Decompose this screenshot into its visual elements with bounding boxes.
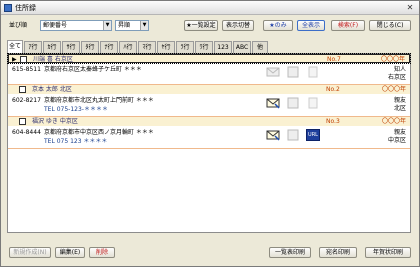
tab-sa[interactable]: ｻ行	[62, 41, 80, 53]
envelope-print-button[interactable]: 宛名印刷	[319, 247, 357, 258]
view-toggle-button[interactable]: 表示切替	[222, 20, 254, 31]
phone-disabled-icon	[287, 66, 299, 78]
address-list: ▶ 川端 喜 右京区 No.7 〇〇〇年 615-8511 京都府右京区太秦蜂子…	[7, 53, 411, 233]
tab-na[interactable]: ﾅ行	[100, 41, 118, 53]
list-settings-button[interactable]: ★一覧設定	[184, 20, 218, 31]
address: 京都府京都市北区丸太町上門前町 ＊＊＊	[44, 97, 154, 104]
close-button[interactable]: 閉じる(C)	[369, 20, 411, 31]
phone-number: TEL 075 123 ＊＊＊＊	[44, 138, 108, 145]
record-number: No.3	[326, 118, 340, 125]
title-bar: 住所録 ✕	[1, 1, 419, 15]
address-book-window: 住所録 ✕ 並び順 郵便番号 ▼ 昇順 ▼ ★一覧設定 表示切替 ★のみ 全表示…	[0, 0, 420, 267]
app-icon	[4, 4, 12, 12]
search-button[interactable]: 検索(F)	[331, 20, 365, 31]
list-item[interactable]: 福沢 ゆき 中京区 No.3 〇〇〇年 604-8444 京都府京都市中京区西ノ…	[8, 117, 410, 150]
record-area: 右京区	[387, 74, 406, 81]
record-checkbox[interactable]	[19, 86, 26, 93]
record-group: 親友	[393, 97, 406, 104]
record-area: 中京区	[387, 137, 406, 144]
tab-wa[interactable]: ﾜ行	[195, 41, 213, 53]
postal-code: 602-8217	[12, 97, 41, 104]
row-divider	[8, 148, 410, 149]
record-header: ▶ 川端 喜 右京区 No.7 〇〇〇年	[7, 53, 411, 64]
chevron-down-icon[interactable]: ▼	[140, 21, 148, 30]
sort-field-value: 郵便番号	[43, 22, 68, 29]
url-icon[interactable]: URL	[306, 129, 320, 141]
window-title: 住所録	[15, 4, 36, 12]
record-name: 京本 太郎 北区	[32, 86, 72, 93]
delete-button[interactable]: 削除	[89, 247, 115, 258]
chevron-down-icon[interactable]: ▼	[103, 21, 111, 30]
print-list-button[interactable]: 一覧表印刷	[269, 247, 311, 258]
record-year-tag: 〇〇〇年	[381, 118, 406, 125]
tab-ra[interactable]: ﾗ行	[176, 41, 194, 53]
card-print-button[interactable]: 年賀状印刷	[365, 247, 411, 258]
tab-ta[interactable]: ﾀ行	[81, 41, 99, 53]
tab-all[interactable]: 全て	[7, 40, 23, 53]
list-item[interactable]: 京本 太郎 北区 No.2 〇〇〇年 602-8217 京都府京都市北区丸太町上…	[8, 85, 410, 118]
record-group: 知人	[393, 66, 406, 73]
note-disabled-icon	[308, 66, 318, 78]
tab-a[interactable]: ｱ行	[24, 41, 42, 53]
list-item[interactable]: ▶ 川端 喜 右京区 No.7 〇〇〇年 615-8511 京都府右京区太秦蜂子…	[7, 53, 411, 87]
tab-other[interactable]: 他	[252, 41, 268, 53]
email-disabled-icon	[266, 67, 280, 77]
record-area: 北区	[393, 105, 406, 112]
show-all-button[interactable]: 全表示	[297, 20, 325, 31]
postal-code: 615-8511	[12, 66, 41, 73]
phone-disabled-icon	[287, 97, 299, 109]
sort-field-select[interactable]: 郵便番号 ▼	[40, 20, 112, 31]
record-number: No.7	[327, 56, 341, 63]
sort-label: 並び順	[9, 22, 28, 29]
sort-order-select[interactable]: 昇順 ▼	[115, 20, 149, 31]
record-checkbox[interactable]	[20, 56, 27, 63]
record-group: 親友	[393, 129, 406, 136]
record-year-tag: 〇〇〇年	[380, 56, 405, 63]
tab-ma[interactable]: ﾏ行	[138, 41, 156, 53]
tab-numbers[interactable]: 123	[214, 41, 232, 53]
note-disabled-icon	[308, 97, 318, 109]
sort-order-value: 昇順	[118, 22, 131, 29]
phone-disabled-icon	[287, 129, 299, 141]
record-header: 京本 太郎 北区 No.2 〇〇〇年	[8, 85, 410, 94]
record-header: 福沢 ゆき 中京区 No.3 〇〇〇年	[8, 117, 410, 126]
record-number: No.2	[326, 86, 340, 93]
address: 京都府京都市中京区西ノ京月輪町 ＊＊＊	[44, 129, 154, 136]
envelope-icon[interactable]	[266, 129, 280, 141]
edit-button[interactable]: 編集(E)	[55, 247, 85, 258]
new-record-button[interactable]: 新規作成(N)	[9, 247, 51, 258]
close-icon[interactable]: ✕	[405, 3, 415, 13]
starred-only-button[interactable]: ★のみ	[263, 20, 293, 31]
record-year-tag: 〇〇〇年	[381, 86, 406, 93]
phone-number: TEL 075-123-＊＊＊＊	[44, 106, 108, 113]
envelope-icon[interactable]	[266, 97, 280, 109]
postal-code: 604-8444	[12, 129, 41, 136]
record-name: 福沢 ゆき 中京区	[32, 118, 78, 125]
url-icon-label: URL	[308, 132, 318, 138]
tab-alphabet[interactable]: ABC	[233, 41, 251, 53]
address: 京都府右京区太秦蜂子ケ丘町 ＊＊＊	[44, 66, 142, 73]
record-checkbox[interactable]	[19, 118, 26, 125]
tab-ka[interactable]: ｶ行	[43, 41, 61, 53]
row-pointer-icon: ▶	[12, 56, 17, 63]
record-name: 川端 喜 右京区	[33, 56, 73, 63]
tab-ha[interactable]: ﾊ行	[119, 41, 137, 53]
tab-ya[interactable]: ﾔ行	[157, 41, 175, 53]
index-tabs: 全て ｱ行 ｶ行 ｻ行 ﾀ行 ﾅ行 ﾊ行 ﾏ行 ﾔ行 ﾗ行 ﾜ行 123 ABC…	[7, 40, 407, 53]
